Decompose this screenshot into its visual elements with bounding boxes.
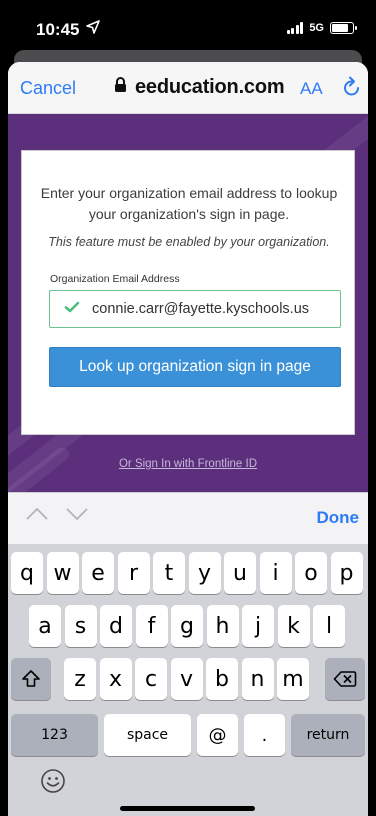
reload-icon[interactable] [342, 76, 362, 103]
lock-icon [114, 77, 127, 98]
return-key[interactable]: return [291, 714, 365, 756]
email-value: connie.carr@fayette.kyschools.us [92, 301, 310, 317]
key-t[interactable]: t [153, 552, 185, 594]
emoji-icon[interactable] [40, 768, 66, 799]
browser-sheet: Cancel eeducation.com AA Enter your orga… [8, 62, 368, 816]
previous-field-icon[interactable] [26, 507, 48, 526]
key-m[interactable]: m [277, 658, 309, 700]
lookup-button[interactable]: Look up organization sign in page [49, 347, 341, 387]
key-h[interactable]: h [206, 605, 239, 647]
signal-icon [286, 22, 304, 34]
email-field[interactable]: connie.carr@fayette.kyschools.us [49, 290, 341, 328]
key-e[interactable]: e [82, 552, 114, 594]
key-c[interactable]: c [135, 658, 167, 700]
key-q[interactable]: q [11, 552, 43, 594]
keyboard: 123 space @ . return qwertyuiop asdfghjkl… [8, 544, 368, 816]
battery-level [332, 24, 348, 32]
location-arrow-icon [86, 20, 100, 39]
key-y[interactable]: y [188, 552, 221, 594]
delete-key[interactable] [325, 658, 365, 700]
key-f[interactable]: f [135, 605, 168, 647]
key-g[interactable]: g [171, 605, 203, 647]
email-field-label: Organization Email Address [50, 273, 180, 285]
key-k[interactable]: k [277, 605, 310, 647]
numbers-key[interactable]: 123 [11, 714, 98, 756]
next-field-icon[interactable] [66, 507, 88, 526]
status-bar: 10:45 5G [0, 0, 376, 56]
status-indicators: 5G [286, 22, 357, 34]
key-a[interactable]: a [29, 605, 61, 647]
key-o[interactable]: o [295, 552, 327, 594]
key-j[interactable]: j [242, 605, 274, 647]
key-w[interactable]: w [46, 552, 79, 594]
text-size-button[interactable]: AA [300, 79, 323, 99]
check-icon [64, 300, 80, 319]
at-key[interactable]: @ [197, 714, 238, 756]
key-r[interactable]: r [117, 552, 150, 594]
key-d[interactable]: d [100, 605, 132, 647]
shift-key[interactable] [11, 658, 51, 700]
url-text: eeducation.com [135, 76, 285, 98]
status-time: 10:45 [36, 20, 80, 39]
keyboard-accessory-bar: Done [8, 492, 368, 544]
web-page: Enter your organization email address to… [8, 114, 368, 492]
frontline-signin-link[interactable]: Or Sign In with Frontline ID [8, 458, 368, 470]
key-u[interactable]: u [224, 552, 256, 594]
space-key[interactable]: space [104, 714, 191, 756]
done-button[interactable]: Done [317, 508, 360, 528]
key-p[interactable]: p [330, 552, 363, 594]
address-bar[interactable]: eeducation.com [114, 76, 285, 99]
lookup-card: Enter your organization email address to… [21, 150, 355, 435]
key-v[interactable]: v [170, 658, 203, 700]
card-note: This feature must be enabled by your org… [48, 235, 330, 249]
cancel-button[interactable]: Cancel [20, 78, 76, 99]
network-type: 5G [309, 22, 324, 34]
key-b[interactable]: b [206, 658, 238, 700]
key-z[interactable]: z [64, 658, 96, 700]
key-i[interactable]: i [259, 552, 292, 594]
card-instructions: Enter your organization email address to… [40, 185, 338, 222]
dot-key[interactable]: . [244, 714, 285, 756]
home-indicator [120, 806, 255, 811]
key-l[interactable]: l [313, 605, 345, 647]
key-s[interactable]: s [64, 605, 97, 647]
browser-nav-bar: Cancel eeducation.com AA [8, 62, 368, 114]
key-n[interactable]: n [241, 658, 274, 700]
key-x[interactable]: x [99, 658, 132, 700]
battery-icon [330, 22, 357, 34]
